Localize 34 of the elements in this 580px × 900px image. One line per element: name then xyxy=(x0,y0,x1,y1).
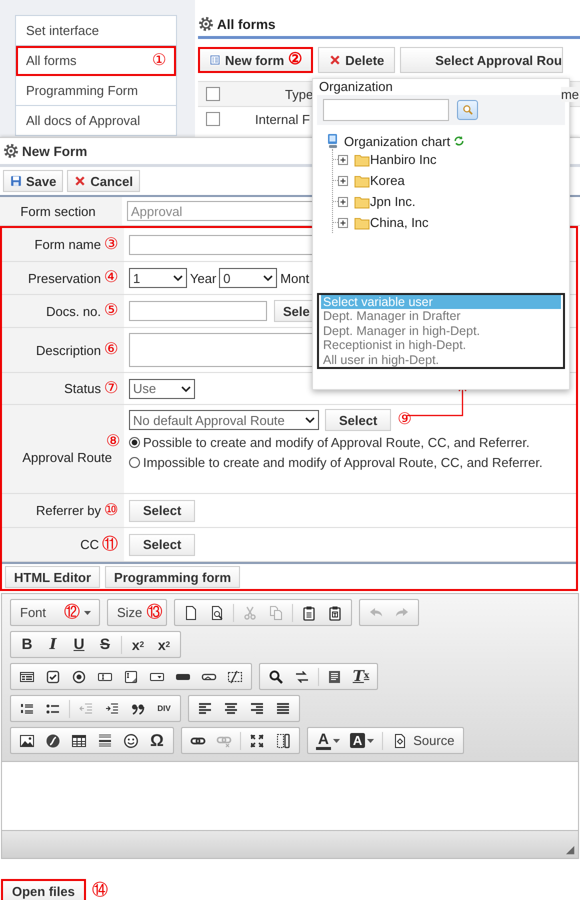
page-title: All forms xyxy=(217,16,276,32)
callout-number: ⑩ xyxy=(104,502,118,518)
callout-number: ④ xyxy=(104,270,118,286)
field-label: Form section xyxy=(20,204,96,218)
option-label: Possible to create and modify of Approval Route, CC, and Referrer. xyxy=(143,435,530,450)
option-label: Impossible to create and modify of Approval Route, CC, and Referrer. xyxy=(143,455,543,470)
callout-number: ⑬ xyxy=(146,604,162,620)
table-cell: Internal F xyxy=(255,112,310,126)
callout-number: ⑨ xyxy=(397,412,412,428)
callout-number: ① xyxy=(152,52,166,68)
callout-number: ⑫ xyxy=(64,604,80,620)
callout-number: ③ xyxy=(104,236,118,252)
callout-number: ⑥ xyxy=(104,342,118,358)
month-label: Mont xyxy=(280,270,310,286)
field-label: Preservation xyxy=(28,270,101,286)
callout-number: ⑪ xyxy=(102,536,118,552)
callout-number: ⑧ xyxy=(106,434,120,450)
panel-title: New Form xyxy=(22,144,88,158)
column-header: me xyxy=(560,86,579,102)
callout-number: ② xyxy=(288,52,302,68)
field-label: Status xyxy=(64,381,101,396)
callout-number: ⑤ xyxy=(104,303,118,319)
field-label: Form name xyxy=(34,237,101,252)
field-label: Referrer by xyxy=(36,503,101,518)
field-label: Approval Route xyxy=(22,450,112,464)
color-letter: A xyxy=(316,732,331,750)
callout-number: ⑭ xyxy=(92,883,108,899)
column-header: Type xyxy=(285,86,314,102)
field-label: Docs. no. xyxy=(46,304,101,318)
field-label: Description xyxy=(36,342,101,358)
callout-number: ⑦ xyxy=(104,380,118,396)
field-label: CC xyxy=(80,537,99,552)
year-label: Year xyxy=(190,270,216,286)
color-letter: A xyxy=(350,733,366,748)
